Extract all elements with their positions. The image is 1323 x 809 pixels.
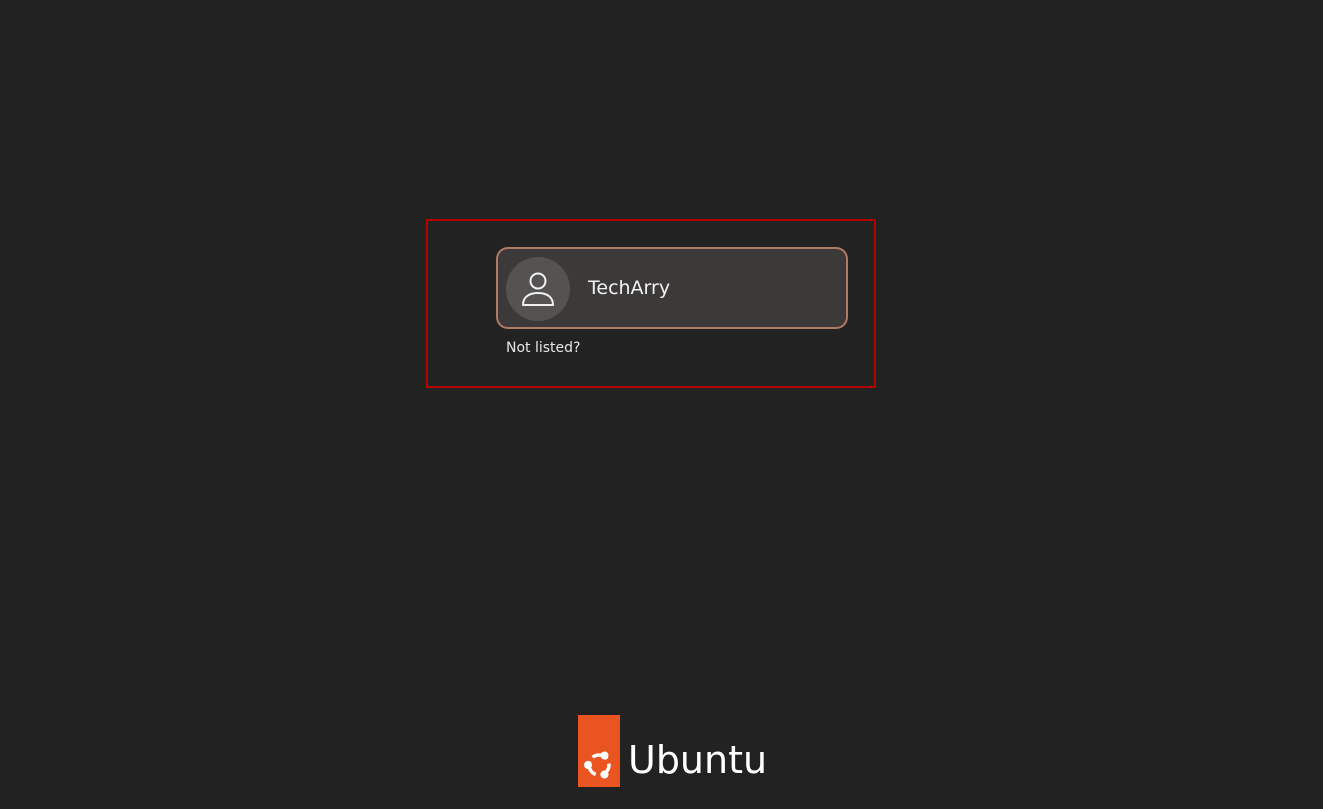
logo-text: Ubuntu (628, 738, 768, 782)
not-listed-link[interactable]: Not listed? (506, 340, 580, 356)
ubuntu-logo: Ubuntu (578, 715, 778, 787)
user-name: TechArry (588, 277, 671, 299)
avatar (506, 257, 570, 321)
logo-tag (578, 715, 620, 787)
login-screen: TechArry Not listed? Ubuntu (0, 0, 1323, 809)
user-card-techarry[interactable]: TechArry (496, 247, 848, 329)
person-icon (521, 271, 555, 307)
